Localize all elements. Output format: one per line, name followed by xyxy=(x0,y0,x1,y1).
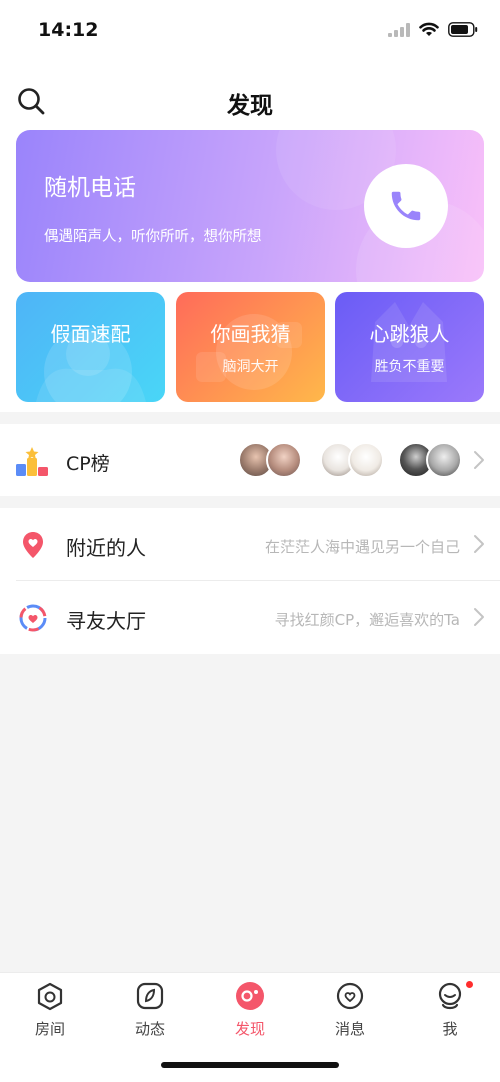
feature-card-title: 你画我猜 xyxy=(210,322,291,346)
chevron-right-icon xyxy=(474,451,484,469)
home-indicator xyxy=(161,1062,339,1068)
masked-character-illustration xyxy=(36,328,146,402)
list-item-description: 寻找红颜CP，邂逅喜欢的Ta xyxy=(274,611,460,629)
feature-card-subtitle: 脑洞大开 xyxy=(222,359,279,375)
chevron-right-icon xyxy=(474,608,484,626)
list-item-label: 寻友大厅 xyxy=(66,609,146,633)
tab-profile[interactable]: 我 xyxy=(400,981,500,1041)
tab-discover[interactable]: 发现 xyxy=(200,981,300,1041)
avatar xyxy=(266,442,302,478)
page-title: 发现 xyxy=(227,93,273,119)
cp-pair-avatars[interactable] xyxy=(238,442,310,478)
tab-label: 动态 xyxy=(134,1020,165,1038)
drawing-character-illustration xyxy=(196,314,302,390)
list-item-label: 附近的人 xyxy=(66,536,146,560)
call-button[interactable] xyxy=(364,164,448,248)
feature-card-subtitle: 胜负不重要 xyxy=(374,359,445,375)
cp-pair-avatars[interactable] xyxy=(398,442,470,478)
status-time: 14:12 xyxy=(38,19,99,41)
tab-label: 我 xyxy=(442,1020,458,1038)
battery-icon xyxy=(448,22,478,37)
werewolf-illustration xyxy=(371,302,447,382)
cp-rank-label: CP榜 xyxy=(66,453,110,475)
feature-card-title: 假面速配 xyxy=(50,322,131,346)
avatar xyxy=(348,442,384,478)
nav-bar: 发现 xyxy=(0,60,500,128)
avatar xyxy=(426,442,462,478)
room-icon xyxy=(37,982,63,1011)
list-item-friend-hall[interactable]: 寻友大厅 寻找红颜CP，邂逅喜欢的Ta xyxy=(0,581,500,654)
feed-icon xyxy=(136,982,164,1010)
feature-cards: 假面速配 你画我猜 脑洞大开 心跳狼人 胜负不重要 xyxy=(16,292,484,402)
notification-badge xyxy=(466,981,473,988)
tab-messages[interactable]: 消息 xyxy=(300,981,400,1041)
friend-hall-icon xyxy=(19,604,47,632)
tab-label: 房间 xyxy=(34,1020,65,1038)
list-item-nearby[interactable]: 附近的人 在茫茫人海中遇见另一个自己 xyxy=(0,508,500,581)
phone-icon xyxy=(391,191,421,221)
banner-title: 随机电话 xyxy=(44,175,136,201)
tab-room[interactable]: 房间 xyxy=(0,981,100,1041)
tab-label: 消息 xyxy=(334,1020,365,1038)
feature-card-title: 心跳狼人 xyxy=(369,322,450,346)
cp-pair-avatars[interactable] xyxy=(320,442,392,478)
tab-feed[interactable]: 动态 xyxy=(100,981,200,1041)
banner-subtitle: 偶遇陌声人，听你所听，想你所想 xyxy=(44,229,262,245)
signal-icon xyxy=(388,22,410,37)
status-bar: 14:12 xyxy=(0,0,500,60)
discover-icon xyxy=(236,982,264,1010)
chevron-right-icon xyxy=(474,535,484,553)
message-icon xyxy=(336,982,364,1010)
profile-icon xyxy=(438,982,462,1010)
feature-card-mask-match[interactable]: 假面速配 xyxy=(16,292,165,402)
cp-rank-row[interactable]: CP榜 xyxy=(0,424,500,496)
feature-card-werewolf[interactable]: 心跳狼人 胜负不重要 xyxy=(335,292,484,402)
wifi-icon xyxy=(419,22,439,36)
discover-top-section: 随机电话 偶遇陌声人，听你所听，想你所想 假面速配 你画我猜 脑洞大开 心跳狼人… xyxy=(0,128,500,412)
location-pin-icon xyxy=(23,532,43,558)
list-item-description: 在茫茫人海中遇见另一个自己 xyxy=(264,538,460,556)
discover-list: 附近的人 在茫茫人海中遇见另一个自己 寻友大厅 寻找红颜CP，邂逅喜欢的Ta xyxy=(0,508,500,654)
podium-icon xyxy=(16,447,48,476)
tab-label: 发现 xyxy=(234,1020,265,1038)
random-call-banner[interactable]: 随机电话 偶遇陌声人，听你所听，想你所想 xyxy=(16,130,484,282)
status-icons xyxy=(388,22,478,37)
feature-card-draw-guess[interactable]: 你画我猜 脑洞大开 xyxy=(176,292,325,402)
